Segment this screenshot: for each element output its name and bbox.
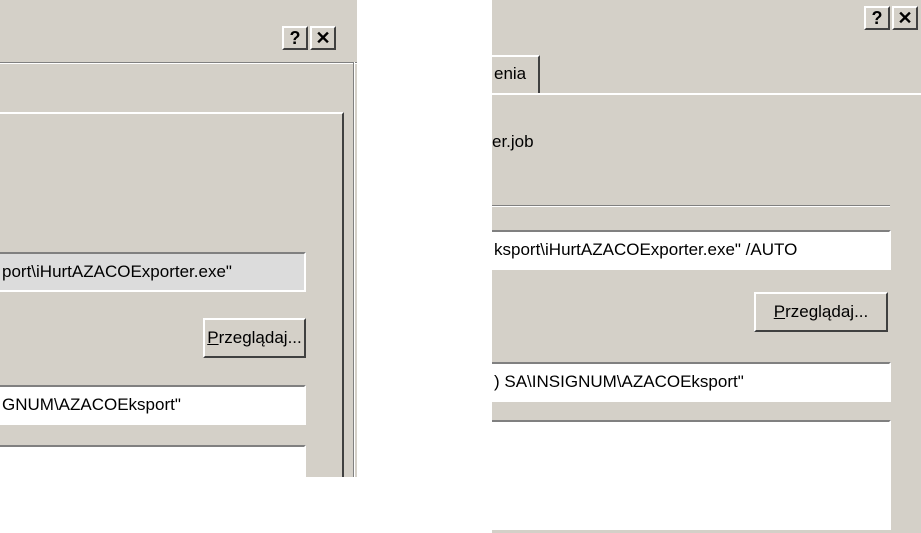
title-bar-divider (0, 62, 357, 64)
browse-button[interactable]: Przeglądaj... (203, 318, 306, 358)
close-icon[interactable]: ✕ (310, 26, 336, 50)
start-in-field[interactable]: ) SA\INSIGNUM\AZACOEksport" (492, 362, 891, 402)
tab-settings[interactable]: enia (492, 55, 540, 95)
right-dialog: ? ✕ enia er.job ksport\iHurtAZACOExporte… (492, 0, 921, 533)
left-dialog: ? ✕ port\iHurtAZACOExporter.exe" Przeglą… (0, 0, 357, 477)
browse-button[interactable]: Przeglądaj... (754, 292, 888, 332)
command-field[interactable]: ksport\iHurtAZACOExporter.exe" /AUTO (492, 230, 891, 270)
start-in-field[interactable]: GNUM\AZACOEksport" (0, 385, 306, 425)
browse-button-mnemonic: P (773, 302, 786, 321)
browse-button-label: rzeglądaj... (785, 302, 869, 321)
browse-button-label: rzeglądaj... (218, 328, 302, 347)
comment-field[interactable] (492, 420, 891, 530)
help-icon[interactable]: ? (864, 6, 890, 30)
right-dialog-title-bar (492, 0, 921, 36)
section-divider (492, 205, 890, 207)
command-field[interactable]: port\iHurtAZACOExporter.exe" (0, 252, 306, 292)
help-icon[interactable]: ? (282, 26, 308, 50)
close-icon[interactable]: ✕ (892, 6, 918, 30)
right-edge-shadow (353, 62, 355, 477)
browse-button-mnemonic: P (207, 328, 219, 347)
comment-field[interactable] (0, 445, 306, 477)
file-name-label: er.job (492, 132, 534, 151)
